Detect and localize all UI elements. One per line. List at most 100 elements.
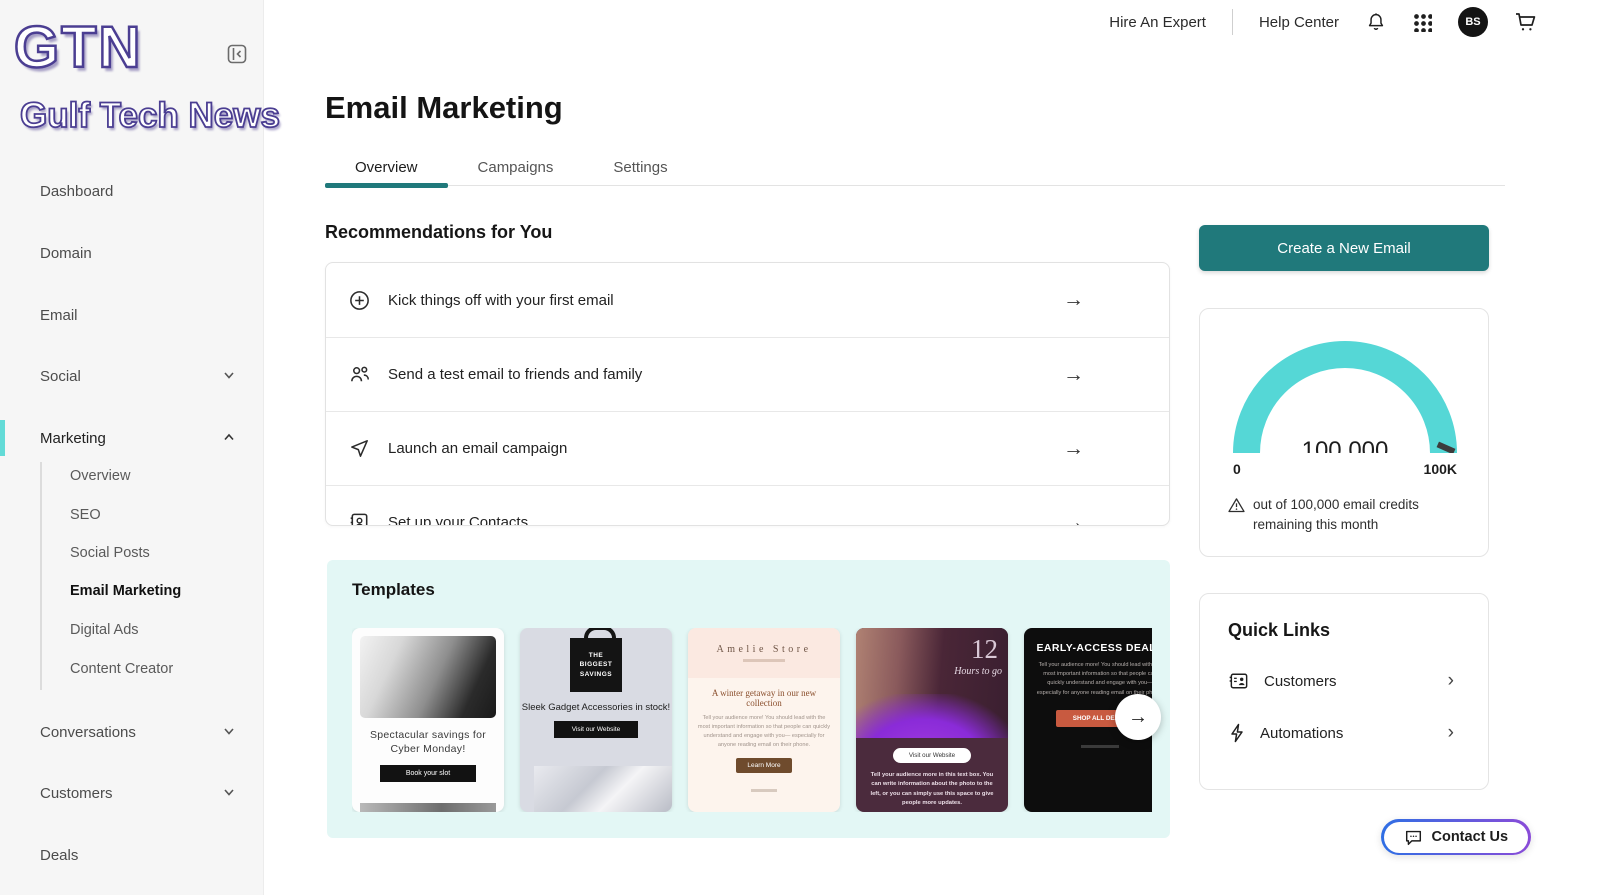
tab-label: Overview	[355, 158, 418, 176]
credits-note: out of 100,000 email credits remaining th…	[1228, 495, 1468, 536]
credits-remaining-value: 100,000	[1301, 437, 1389, 453]
credits-gauge: 100,000	[1233, 341, 1457, 453]
header-divider	[1231, 9, 1233, 35]
sidebar-item-conversations[interactable]: Conversations	[40, 720, 250, 744]
contacts-icon	[348, 511, 372, 525]
sidebar-item-deals[interactable]: Deals	[40, 843, 250, 867]
template-brand-subline	[743, 659, 785, 662]
contact-us-button[interactable]: Contact Us	[1381, 819, 1531, 855]
template-card-gadget-accessories[interactable]: THE BIGGEST SAVINGS Sleek Gadget Accessori…	[520, 628, 672, 812]
hire-an-expert-link[interactable]: Hire An Expert	[1109, 14, 1206, 31]
arrow-right-icon: →	[1063, 288, 1084, 311]
quick-link-label: Automations	[1260, 724, 1344, 742]
quick-links-card: Quick Links Customers › Automations ›	[1199, 593, 1489, 790]
chevron-right-icon: ›	[1447, 670, 1454, 691]
chevron-down-icon	[222, 724, 236, 738]
sidebar-subitem-digital-ads[interactable]: Digital Ads	[70, 619, 250, 641]
gift-photo	[534, 766, 672, 812]
apps-grid-icon[interactable]	[1413, 12, 1432, 32]
tab-overview[interactable]: Overview	[325, 148, 448, 188]
sidebar-item-label: Domain	[40, 244, 92, 262]
gauge-max-label: 100K	[1423, 461, 1457, 477]
top-bar: Hire An Expert Help Center BS	[1109, 6, 1538, 38]
template-card-cyber-monday[interactable]: Spectacular savings for Cyber Monday! Bo…	[352, 628, 504, 812]
bolt-icon	[1228, 723, 1246, 743]
recommendation-label: Send a test email to friends and family	[388, 366, 643, 383]
create-new-email-button[interactable]: Create a New Email	[1199, 225, 1489, 271]
credits-note-text: out of 100,000 email credits remaining th…	[1253, 497, 1419, 533]
recommendation-label: Launch an email campaign	[388, 440, 568, 457]
quick-link-customers[interactable]: Customers ›	[1228, 668, 1462, 694]
tab-settings[interactable]: Settings	[583, 148, 697, 186]
tab-label: Settings	[613, 158, 668, 176]
sidebar-item-label: Dashboard	[40, 182, 114, 200]
notifications-bell-icon[interactable]	[1365, 11, 1387, 33]
recommendation-label: Set up your Contacts	[388, 514, 529, 526]
help-center-link[interactable]: Help Center	[1259, 14, 1339, 31]
templates-heading: Templates	[352, 580, 435, 599]
submenu-guide-line	[40, 462, 42, 690]
sidebar-item-email[interactable]: Email	[40, 303, 250, 327]
shopping-bag-graphic: THE BIGGEST SAVINGS	[570, 628, 622, 692]
template-card-amelie-store[interactable]: Amelie Store A winter getaway in our new…	[688, 628, 840, 812]
countdown-number: 12	[971, 634, 998, 664]
recommendation-launch-campaign[interactable]: Launch an email campaign →	[326, 411, 1169, 485]
chevron-right-icon: ›	[1447, 722, 1454, 743]
sidebar-item-label: Social	[40, 367, 81, 385]
sidebar-item-dashboard[interactable]: Dashboard	[40, 179, 250, 203]
sidebar-item-domain[interactable]: Domain	[40, 241, 250, 265]
sidebar-active-indicator	[0, 420, 5, 456]
sidebar-item-marketing[interactable]: Marketing	[40, 426, 250, 450]
email-credits-card: 100,000 0 100K out of 100,000 email cred…	[1199, 308, 1489, 557]
gauge-axis-labels: 0 100K	[1233, 461, 1457, 477]
template-footer-mark	[1081, 744, 1119, 748]
page-title: Email Marketing	[325, 90, 563, 125]
portrait-photo: 12 Hours to go	[856, 628, 1008, 738]
sidebar-item-customers[interactable]: Customers	[40, 781, 250, 805]
email-marketing-page: Dashboard Domain Email Social Marketing …	[0, 0, 1600, 895]
template-card-12-hours[interactable]: 12 Hours to go Visit our Website Tell yo…	[856, 628, 1008, 812]
arrow-right-icon: →	[1128, 705, 1148, 728]
templates-section: Templates Spectacular savings for Cyber …	[327, 560, 1170, 838]
recommendations-card: Kick things off with your first email → …	[325, 262, 1170, 526]
sidebar-subitem-overview[interactable]: Overview	[70, 465, 250, 487]
template-footer-mark	[751, 788, 777, 792]
send-icon	[348, 437, 372, 460]
sidebar-subitem-email-marketing[interactable]: Email Marketing	[70, 580, 250, 602]
sidebar-subitem-social-posts[interactable]: Social Posts	[70, 542, 250, 564]
template-title: EARLY-ACCESS DEALS	[1036, 642, 1152, 654]
recommendation-first-email[interactable]: Kick things off with your first email →	[326, 263, 1169, 337]
sidebar-subitem-seo[interactable]: SEO	[70, 504, 250, 526]
sidebar-subitem-label: Content Creator	[70, 661, 174, 677]
sidebar-item-label: Deals	[40, 846, 79, 864]
template-button: Visit our Website	[554, 721, 638, 738]
templates-carousel: Spectacular savings for Cyber Monday! Bo…	[352, 628, 1152, 812]
sidebar-item-label: Marketing	[40, 429, 106, 447]
plus-circle-icon	[348, 289, 372, 312]
arrow-right-icon: →	[1063, 362, 1084, 386]
arrow-right-icon: →	[1063, 510, 1084, 526]
sidebar-subitem-label: SEO	[70, 507, 101, 523]
recommendation-setup-contacts[interactable]: Set up your Contacts →	[326, 485, 1169, 526]
template-body-text: Tell your audience more in this text box…	[870, 772, 994, 806]
template-header: Amelie Store	[688, 628, 840, 678]
sidebar-item-label: Customers	[40, 784, 113, 802]
collapse-sidebar-icon[interactable]	[227, 44, 247, 64]
countdown-caption: Hours to go	[954, 666, 1002, 677]
sidebar-subitem-content-creator[interactable]: Content Creator	[70, 658, 250, 680]
tab-bar: Overview Campaigns Settings	[325, 148, 1505, 188]
chat-bubble-icon	[1404, 829, 1423, 846]
template-image-strip	[360, 803, 496, 812]
sidebar-subitem-label: Email Marketing	[70, 583, 182, 599]
sidebar-subitem-label: Digital Ads	[70, 622, 139, 638]
sidebar-subitem-label: Social Posts	[70, 545, 150, 561]
template-title: Spectacular savings for Cyber Monday!	[369, 729, 487, 756]
chevron-down-icon	[222, 785, 236, 799]
carousel-next-button[interactable]: →	[1115, 694, 1161, 740]
user-avatar[interactable]: BS	[1458, 7, 1488, 37]
cart-icon[interactable]	[1514, 11, 1538, 33]
recommendation-test-email[interactable]: Send a test email to friends and family …	[326, 337, 1169, 411]
tab-campaigns[interactable]: Campaigns	[448, 148, 584, 186]
sidebar-item-social[interactable]: Social	[40, 364, 250, 388]
quick-link-automations[interactable]: Automations ›	[1228, 720, 1462, 746]
